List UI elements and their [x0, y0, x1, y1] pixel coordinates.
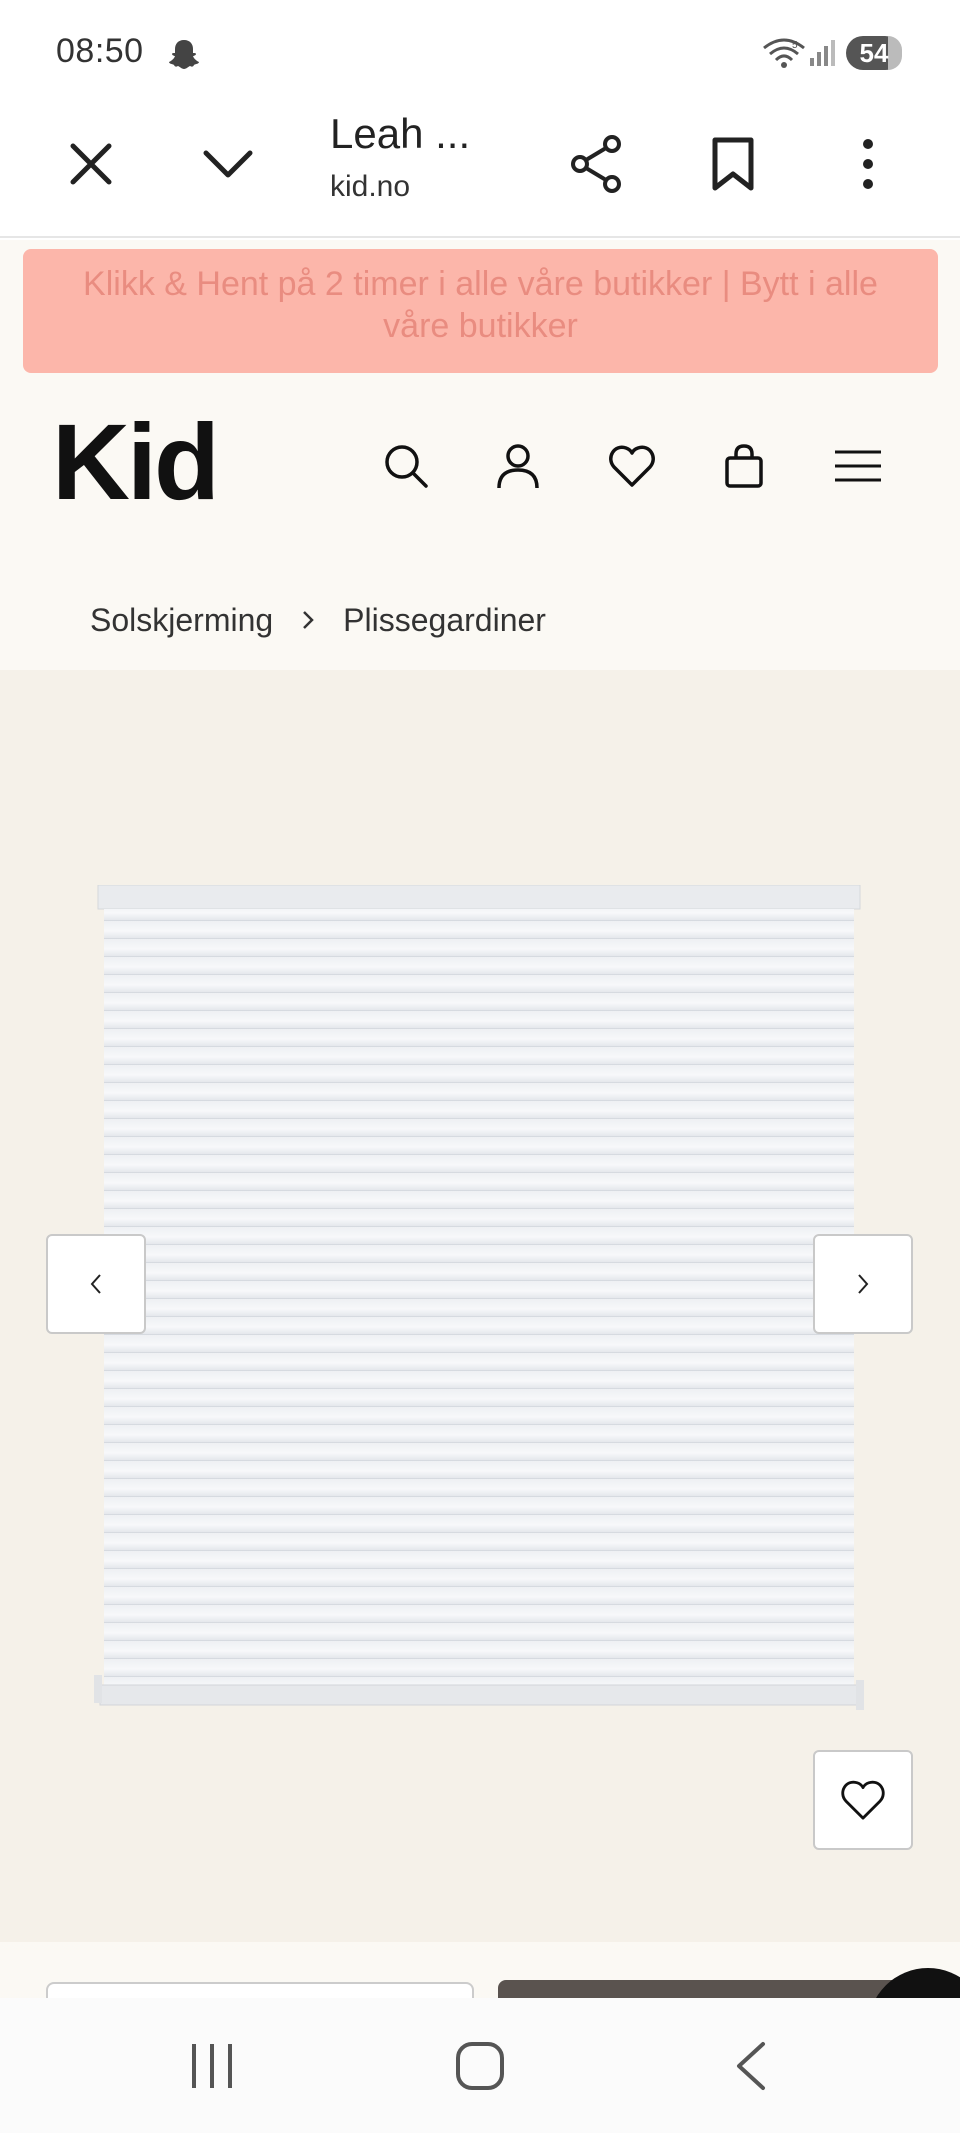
chevron-right-icon: [301, 609, 315, 631]
battery-level: 54: [859, 38, 889, 68]
browser-toolbar: Leah ... kid.no: [0, 100, 960, 238]
snapchat-ghost-icon: [169, 40, 199, 69]
menu-icon[interactable]: [830, 438, 886, 494]
product-gallery: [0, 670, 960, 1942]
status-time: 08:50: [56, 32, 144, 70]
recents-icon[interactable]: [176, 2038, 248, 2094]
home-icon[interactable]: [444, 2038, 516, 2094]
bookmark-icon[interactable]: [697, 128, 769, 200]
battery-indicator: 54: [846, 36, 902, 70]
breadcrumb-item-solskjerming[interactable]: Solskjerming: [90, 602, 273, 639]
signal-icon: [810, 40, 835, 66]
add-to-wishlist-button[interactable]: [813, 1750, 913, 1850]
close-icon[interactable]: [55, 128, 127, 200]
prev-image-button[interactable]: [46, 1234, 146, 1334]
chevron-down-icon[interactable]: [192, 128, 264, 200]
back-icon[interactable]: [714, 2038, 786, 2094]
product-image[interactable]: [90, 885, 870, 1715]
page-title: Leah ...: [330, 110, 471, 157]
status-bar: 08:50 5 54: [0, 0, 960, 100]
share-icon[interactable]: [560, 128, 632, 200]
breadcrumb: Solskjerming Plissegardiner: [90, 600, 546, 640]
promo-banner[interactable]: Klikk & Hent på 2 timer i alle våre buti…: [23, 249, 938, 373]
more-vert-icon[interactable]: [832, 128, 904, 200]
page-domain: kid.no: [330, 170, 411, 203]
below-gallery-area: [0, 1942, 960, 1998]
site-header: Klikk & Hent på 2 timer i alle våre buti…: [0, 240, 960, 670]
breadcrumb-item-plissegardiner[interactable]: Plissegardiner: [343, 602, 546, 639]
next-image-button[interactable]: [813, 1234, 913, 1334]
wifi-icon: 5: [763, 38, 805, 68]
system-nav-bar: [0, 1998, 960, 2133]
secondary-action-button[interactable]: [46, 1982, 474, 1998]
heart-icon[interactable]: [604, 438, 660, 494]
svg-text:5: 5: [792, 40, 798, 51]
heart-icon: [841, 1780, 885, 1820]
site-logo[interactable]: Kid: [52, 408, 220, 516]
shopping-bag-icon[interactable]: [716, 438, 772, 494]
search-icon[interactable]: [378, 438, 434, 494]
account-icon[interactable]: [490, 438, 546, 494]
